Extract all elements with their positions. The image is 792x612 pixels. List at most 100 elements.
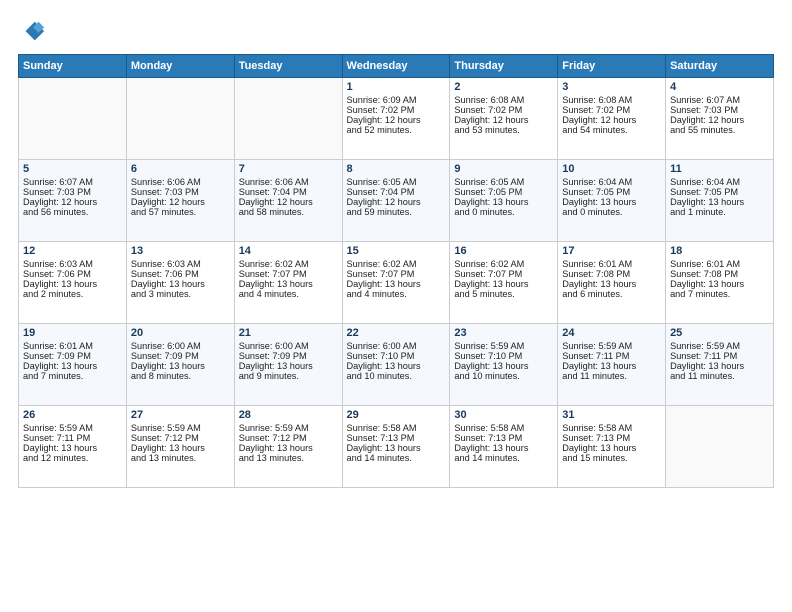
day-info: Sunset: 7:11 PM	[23, 433, 122, 443]
day-info: and 52 minutes.	[347, 125, 446, 135]
day-info: Sunset: 7:10 PM	[347, 351, 446, 361]
day-info: Sunset: 7:03 PM	[23, 187, 122, 197]
day-info: Sunrise: 6:08 AM	[562, 95, 661, 105]
day-info: and 53 minutes.	[454, 125, 553, 135]
day-info: Daylight: 12 hours	[347, 115, 446, 125]
day-info: Sunset: 7:03 PM	[131, 187, 230, 197]
day-cell: 15Sunrise: 6:02 AMSunset: 7:07 PMDayligh…	[342, 242, 450, 324]
day-info: Daylight: 13 hours	[562, 361, 661, 371]
day-info: and 1 minute.	[670, 207, 769, 217]
day-number: 12	[23, 245, 122, 257]
day-info: Sunrise: 5:58 AM	[562, 423, 661, 433]
day-info: Sunset: 7:02 PM	[562, 105, 661, 115]
day-info: Sunrise: 5:59 AM	[562, 341, 661, 351]
day-info: and 14 minutes.	[347, 453, 446, 463]
day-info: and 10 minutes.	[454, 371, 553, 381]
day-info: and 14 minutes.	[454, 453, 553, 463]
day-info: Sunrise: 6:08 AM	[454, 95, 553, 105]
day-info: Sunrise: 5:58 AM	[347, 423, 446, 433]
day-info: and 2 minutes.	[23, 289, 122, 299]
day-info: Sunrise: 6:04 AM	[670, 177, 769, 187]
week-row-5: 26Sunrise: 5:59 AMSunset: 7:11 PMDayligh…	[19, 406, 774, 488]
day-info: Sunset: 7:05 PM	[670, 187, 769, 197]
day-info: Sunset: 7:08 PM	[562, 269, 661, 279]
day-info: Sunset: 7:12 PM	[131, 433, 230, 443]
day-info: Sunrise: 5:59 AM	[23, 423, 122, 433]
day-number: 26	[23, 409, 122, 421]
day-info: Sunset: 7:07 PM	[239, 269, 338, 279]
day-cell: 28Sunrise: 5:59 AMSunset: 7:12 PMDayligh…	[234, 406, 342, 488]
day-info: Sunrise: 5:59 AM	[454, 341, 553, 351]
day-info: and 11 minutes.	[670, 371, 769, 381]
week-row-3: 12 Sunrise: 6:03 AM Sunset: 7:06 PM Dayligh…	[19, 242, 774, 324]
day-info: Sunset: 7:13 PM	[347, 433, 446, 443]
day-info: Sunrise: 6:01 AM	[562, 259, 661, 269]
day-info: Sunrise: 6:03 AM	[131, 259, 230, 269]
day-cell: 26 Sunrise: 5:59 AMSunset: 7:11 PMDayligh…	[19, 406, 127, 488]
day-cell: 31Sunrise: 5:58 AMSunset: 7:13 PMDayligh…	[558, 406, 666, 488]
day-info: Sunset: 7:03 PM	[670, 105, 769, 115]
day-info: Sunset: 7:11 PM	[670, 351, 769, 361]
day-info: Daylight: 13 hours	[454, 443, 553, 453]
day-cell: 29Sunrise: 5:58 AMSunset: 7:13 PMDayligh…	[342, 406, 450, 488]
day-info: Daylight: 13 hours	[239, 361, 338, 371]
calendar-page: SundayMondayTuesdayWednesdayThursdayFrid…	[0, 0, 792, 612]
day-info: Sunset: 7:04 PM	[347, 187, 446, 197]
col-header-saturday: Saturday	[666, 55, 774, 78]
day-cell: 14Sunrise: 6:02 AMSunset: 7:07 PMDayligh…	[234, 242, 342, 324]
day-info: and 0 minutes.	[562, 207, 661, 217]
day-info: and 13 minutes.	[239, 453, 338, 463]
day-info: Daylight: 13 hours	[454, 279, 553, 289]
day-info: Daylight: 13 hours	[562, 279, 661, 289]
day-info: Sunset: 7:11 PM	[562, 351, 661, 361]
calendar-table: SundayMondayTuesdayWednesdayThursdayFrid…	[18, 54, 774, 488]
day-info: Daylight: 12 hours	[670, 115, 769, 125]
day-info: Daylight: 13 hours	[454, 361, 553, 371]
day-info: Sunset: 7:02 PM	[347, 105, 446, 115]
day-info: Sunrise: 5:59 AM	[239, 423, 338, 433]
week-row-2: 5Sunrise: 6:07 AMSunset: 7:03 PMDaylight…	[19, 160, 774, 242]
day-info: Sunrise: 5:59 AM	[131, 423, 230, 433]
day-info: Daylight: 13 hours	[131, 279, 230, 289]
day-info: Daylight: 12 hours	[562, 115, 661, 125]
day-info: Daylight: 12 hours	[239, 197, 338, 207]
day-cell: 16Sunrise: 6:02 AMSunset: 7:07 PMDayligh…	[450, 242, 558, 324]
day-cell: 25Sunrise: 5:59 AMSunset: 7:11 PMDayligh…	[666, 324, 774, 406]
day-cell: 6Sunrise: 6:06 AMSunset: 7:03 PMDaylight…	[126, 160, 234, 242]
day-cell: 22Sunrise: 6:00 AMSunset: 7:10 PMDayligh…	[342, 324, 450, 406]
day-info: Sunset: 7:05 PM	[562, 187, 661, 197]
day-info: Sunrise: 6:00 AM	[347, 341, 446, 351]
header-row: SundayMondayTuesdayWednesdayThursdayFrid…	[19, 55, 774, 78]
day-info: Sunset: 7:12 PM	[239, 433, 338, 443]
day-info: Sunrise: 6:02 AM	[347, 259, 446, 269]
day-number: 20	[131, 327, 230, 339]
day-number: 3	[562, 81, 661, 93]
day-info: and 7 minutes.	[670, 289, 769, 299]
day-info: Daylight: 12 hours	[454, 115, 553, 125]
day-info: Sunset: 7:07 PM	[454, 269, 553, 279]
day-number: 14	[239, 245, 338, 257]
day-number: 15	[347, 245, 446, 257]
day-info: Sunset: 7:09 PM	[131, 351, 230, 361]
day-info: Sunset: 7:13 PM	[454, 433, 553, 443]
day-info: Sunset: 7:10 PM	[454, 351, 553, 361]
day-cell: 10Sunrise: 6:04 AMSunset: 7:05 PMDayligh…	[558, 160, 666, 242]
day-number: 22	[347, 327, 446, 339]
day-info: Sunset: 7:04 PM	[239, 187, 338, 197]
day-number: 4	[670, 81, 769, 93]
day-number: 17	[562, 245, 661, 257]
day-number: 21	[239, 327, 338, 339]
day-info: Sunset: 7:05 PM	[454, 187, 553, 197]
day-info: Sunrise: 6:00 AM	[131, 341, 230, 351]
day-info: Daylight: 13 hours	[562, 197, 661, 207]
day-cell: 12Sunrise: 6:03 AMSunset: 7:06 PMDayligh…	[19, 242, 127, 324]
day-info: Sunset: 7:06 PM	[23, 269, 122, 279]
day-info: Daylight: 13 hours	[23, 443, 122, 453]
day-info: Sunrise: 5:59 AM	[670, 341, 769, 351]
day-cell: 11Sunrise: 6:04 AMSunset: 7:05 PMDayligh…	[666, 160, 774, 242]
day-cell	[234, 78, 342, 160]
day-info: Sunset: 7:09 PM	[23, 351, 122, 361]
day-number: 10	[562, 163, 661, 175]
day-number: 27	[131, 409, 230, 421]
day-info: Sunset: 7:02 PM	[454, 105, 553, 115]
